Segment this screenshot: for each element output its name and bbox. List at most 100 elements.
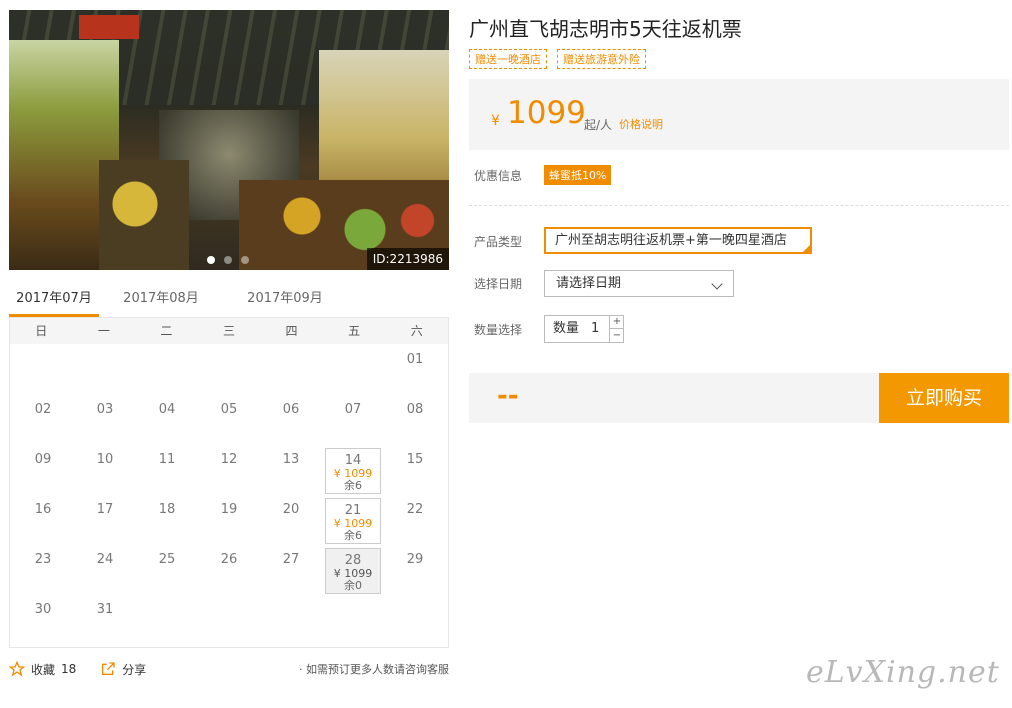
calendar-grid: 01 02 03 04 05 06 07 08 09 10 11 12 13 14 ¥ 1099 余6 15 16… bbox=[10, 344, 448, 646]
calendar-day-number: 10 bbox=[96, 452, 114, 467]
calendar-day: 22 bbox=[384, 496, 446, 546]
calendar-day-available[interactable]: 14 ¥ 1099 余6 bbox=[325, 448, 381, 494]
purchase-bar: -- 立即购买 bbox=[469, 373, 1009, 423]
calendar-empty-cell bbox=[136, 346, 198, 396]
weekday-label: 二 bbox=[160, 324, 173, 338]
discount-label: 优惠信息 bbox=[474, 169, 523, 183]
watermark-logo: eLvXing.net bbox=[806, 655, 1000, 690]
image-id-badge: ID:2213986 bbox=[366, 248, 449, 270]
calendar-day-stock: 余0 bbox=[344, 579, 362, 592]
calendar-day-number: 14 bbox=[344, 453, 362, 468]
calendar-day-number: 02 bbox=[34, 402, 52, 417]
action-bar: 收藏 18 分享 · 如需预订更多人数请咨询客服 bbox=[9, 658, 449, 680]
price-explain-link[interactable]: 价格说明 bbox=[619, 116, 663, 132]
gallery-pagination bbox=[207, 256, 249, 264]
calendar-day: 30 bbox=[12, 596, 74, 646]
calendar-day: 25 bbox=[136, 546, 198, 596]
tab-month[interactable]: 2017年08月 bbox=[99, 286, 223, 317]
calendar-day-number: 18 bbox=[158, 502, 176, 517]
decrement-button[interactable]: − bbox=[610, 329, 624, 343]
calendar-day-number: 29 bbox=[406, 552, 424, 567]
calendar-empty-cell bbox=[322, 346, 384, 396]
product-type-label: 产品类型 bbox=[474, 235, 523, 249]
calendar-day-number: 28 bbox=[344, 553, 362, 568]
buy-now-button[interactable]: 立即购买 bbox=[879, 373, 1009, 423]
calendar-day-number: 27 bbox=[282, 552, 300, 567]
calendar-day: 19 bbox=[198, 496, 260, 546]
calendar-day: 01 bbox=[384, 346, 446, 396]
calendar-day-number: 05 bbox=[220, 402, 238, 417]
weekday-label: 四 bbox=[285, 324, 298, 338]
calendar-day-number: 22 bbox=[406, 502, 424, 517]
calendar-day-number: 24 bbox=[96, 552, 114, 567]
calendar-empty-cell bbox=[198, 346, 260, 396]
quantity-label: 数量选择 bbox=[474, 323, 523, 337]
product-type-option[interactable]: 广州至胡志明往返机票+第一晚四星酒店 bbox=[544, 227, 812, 254]
booking-note: · 如需预订更多人数请咨询客服 bbox=[299, 663, 449, 676]
calendar-day: 27 bbox=[260, 546, 322, 596]
gallery-photo-sign bbox=[79, 15, 139, 39]
price-unit: 起/人 bbox=[584, 118, 613, 132]
date-select[interactable]: 请选择日期 bbox=[544, 270, 734, 297]
calendar-empty-cell bbox=[12, 346, 74, 396]
calendar-day-number: 12 bbox=[220, 452, 238, 467]
gift-tag: 赠送一晚酒店 bbox=[469, 49, 547, 69]
calendar-day-number: 21 bbox=[344, 503, 362, 518]
increment-button[interactable]: + bbox=[610, 315, 624, 329]
calendar-empty-cell bbox=[74, 346, 136, 396]
product-title: 广州直飞胡志明市5天往返机票 bbox=[469, 17, 742, 41]
weekday-label: 一 bbox=[97, 324, 110, 338]
calendar-day-number: 16 bbox=[34, 502, 52, 517]
quantity-value: 1 bbox=[591, 321, 600, 336]
calendar-day: 29 bbox=[384, 546, 446, 596]
calendar-day-number: 25 bbox=[158, 552, 176, 567]
gallery-dot[interactable] bbox=[224, 256, 232, 264]
calendar-day: 08 bbox=[384, 396, 446, 446]
calendar-day-available: 28 ¥ 1099 余0 bbox=[325, 548, 381, 594]
calendar-day: 13 bbox=[260, 446, 322, 496]
calendar-day: 16 bbox=[12, 496, 74, 546]
weekday-label: 五 bbox=[348, 324, 361, 338]
calendar-day-number: 07 bbox=[344, 402, 362, 417]
calendar-day: 03 bbox=[74, 396, 136, 446]
favorite-button[interactable]: 收藏 18 bbox=[9, 661, 76, 678]
calendar-day-number: 26 bbox=[220, 552, 238, 567]
gallery-dot[interactable] bbox=[241, 256, 249, 264]
calendar-day-number: 20 bbox=[282, 502, 300, 517]
calendar-weekday-header: 日 一 二 三 四 五 六 bbox=[10, 318, 448, 344]
calendar-day-number: 01 bbox=[406, 352, 424, 367]
tab-month[interactable]: 2017年09月 bbox=[223, 286, 347, 317]
calendar-day-number: 11 bbox=[158, 452, 176, 467]
gift-tag: 赠送旅游意外险 bbox=[557, 49, 646, 69]
calendar-day-number: 06 bbox=[282, 402, 300, 417]
calendar-day: 17 bbox=[74, 496, 136, 546]
price-box: ¥ 1099 起/人 价格说明 bbox=[469, 79, 1009, 150]
share-icon bbox=[102, 662, 115, 675]
tab-month[interactable]: 2017年07月 bbox=[9, 286, 99, 317]
calendar-day-available[interactable]: 21 ¥ 1099 余6 bbox=[325, 498, 381, 544]
calendar-day: 07 bbox=[322, 396, 384, 446]
calendar-day: 09 bbox=[12, 446, 74, 496]
divider bbox=[469, 205, 1009, 206]
calendar-day: 18 bbox=[136, 496, 198, 546]
product-tags: 赠送一晚酒店 赠送旅游意外险 bbox=[469, 49, 646, 69]
product-gallery[interactable]: ID:2213986 bbox=[9, 10, 449, 270]
calendar-day: 11 bbox=[136, 446, 198, 496]
calendar-day-number: 13 bbox=[282, 452, 300, 467]
chevron-down-icon bbox=[711, 278, 723, 290]
calendar-day-stock: 余6 bbox=[344, 479, 362, 492]
currency-symbol: ¥ bbox=[491, 113, 500, 129]
weekday-label: 三 bbox=[222, 324, 235, 338]
calendar: 日 一 二 三 四 五 六 01 02 03 04 05 06 07 08 09 10 11 12 13… bbox=[9, 318, 449, 648]
calendar-day-number: 08 bbox=[406, 402, 424, 417]
calendar-day: 24 bbox=[74, 546, 136, 596]
calendar-day: 20 bbox=[260, 496, 322, 546]
share-button[interactable]: 分享 bbox=[100, 661, 146, 678]
weekday-label: 六 bbox=[410, 324, 423, 338]
gallery-dot[interactable] bbox=[207, 256, 215, 264]
calendar-day: 06 bbox=[260, 396, 322, 446]
favorite-label: 收藏 bbox=[31, 662, 56, 677]
calendar-day-number: 31 bbox=[96, 602, 114, 617]
calendar-day-stock: 余6 bbox=[344, 529, 362, 542]
calendar-day: 15 bbox=[384, 446, 446, 496]
